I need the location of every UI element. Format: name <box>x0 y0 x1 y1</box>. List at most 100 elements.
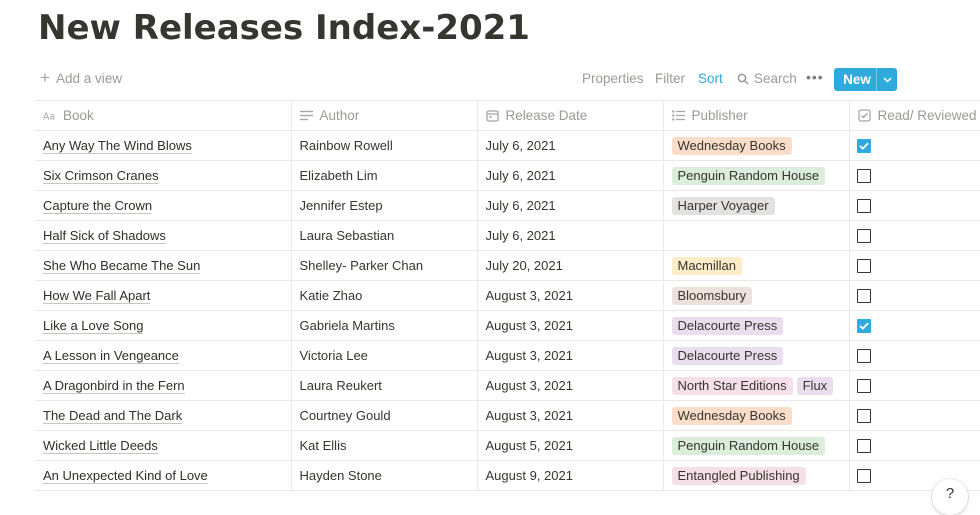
release-date-cell[interactable]: July 20, 2021 <box>477 250 664 281</box>
release-date-cell[interactable]: July 6, 2021 <box>477 190 664 221</box>
book-cell[interactable]: She Who Became The Sun <box>35 250 292 281</box>
release-date-cell[interactable]: August 9, 2021 <box>477 460 664 491</box>
read-checkbox[interactable] <box>856 349 871 364</box>
publisher-tag[interactable]: Entangled Publishing <box>671 466 806 485</box>
publisher-tag[interactable]: Delacourte Press <box>671 346 784 365</box>
book-cell[interactable]: Capture the Crown <box>35 190 292 221</box>
publisher-cell[interactable]: Penguin Random House <box>663 160 850 191</box>
publisher-cell[interactable]: Wednesday Books <box>663 130 850 161</box>
author-cell[interactable]: Laura Reukert <box>291 370 478 401</box>
more-options-button[interactable]: ••• <box>806 69 824 85</box>
book-cell[interactable]: Wicked Little Deeds <box>35 430 292 461</box>
author-cell[interactable]: Laura Sebastian <box>291 220 478 251</box>
publisher-cell[interactable]: North Star Editions Flux <box>663 370 850 401</box>
column-header-release-date[interactable]: Release Date <box>477 100 664 131</box>
add-view-button[interactable]: + Add a view <box>40 69 122 86</box>
publisher-cell[interactable]: Wednesday Books <box>663 400 850 431</box>
publisher-cell[interactable] <box>663 220 850 251</box>
publisher-tag[interactable]: Macmillan <box>671 256 743 275</box>
column-header-label: Book <box>63 108 94 123</box>
release-date-cell[interactable]: July 6, 2021 <box>477 130 664 161</box>
book-cell[interactable]: How We Fall Apart <box>35 280 292 311</box>
author-cell[interactable]: Victoria Lee <box>291 340 478 371</box>
table-row[interactable]: Half Sick of Shadows Laura Sebastian July … <box>35 220 980 251</box>
release-date-cell[interactable]: August 3, 2021 <box>477 310 664 341</box>
column-header-publisher[interactable]: Publisher <box>663 100 850 131</box>
book-cell[interactable]: The Dead and The Dark <box>35 400 292 431</box>
read-checkbox[interactable] <box>856 289 871 304</box>
column-header-book[interactable]: Aa Book <box>35 100 292 131</box>
publisher-tag[interactable]: Bloomsbury <box>671 286 753 305</box>
book-cell[interactable]: A Dragonbird in the Fern <box>35 370 292 401</box>
author-cell[interactable]: Katie Zhao <box>291 280 478 311</box>
author-cell[interactable]: Kat Ellis <box>291 430 478 461</box>
publisher-tag[interactable]: Penguin Random House <box>671 436 826 455</box>
column-header-author[interactable]: Author <box>291 100 478 131</box>
table-row[interactable]: Wicked Little Deeds Kat Ellis August 5, 20… <box>35 430 980 461</box>
author-cell[interactable]: Jennifer Estep <box>291 190 478 221</box>
publisher-cell[interactable]: Bloomsbury <box>663 280 850 311</box>
new-dropdown-toggle[interactable] <box>876 68 897 91</box>
author-cell[interactable]: Rainbow Rowell <box>291 130 478 161</box>
author-cell[interactable]: Elizabeth Lim <box>291 160 478 191</box>
publisher-cell[interactable]: Macmillan <box>663 250 850 281</box>
book-cell[interactable]: Like a Love Song <box>35 310 292 341</box>
release-date-cell[interactable]: July 6, 2021 <box>477 220 664 251</box>
publisher-cell[interactable]: Delacourte Press <box>663 340 850 371</box>
properties-button[interactable]: Properties <box>582 71 644 86</box>
author-cell[interactable]: Hayden Stone <box>291 460 478 491</box>
publisher-cell[interactable]: Delacourte Press <box>663 310 850 341</box>
publisher-tag[interactable]: Harper Voyager <box>671 196 775 215</box>
book-cell[interactable]: An Unexpected Kind of Love <box>35 460 292 491</box>
book-cell[interactable]: Any Way The Wind Blows <box>35 130 292 161</box>
search-button[interactable]: Search <box>737 71 797 86</box>
table-row[interactable]: The Dead and The Dark Courtney Gould Augus… <box>35 400 980 431</box>
help-button[interactable]: ? <box>932 479 968 515</box>
publisher-tag[interactable]: Penguin Random House <box>671 166 826 185</box>
table-row[interactable]: Like a Love Song Gabriela Martins August 3… <box>35 310 980 341</box>
publisher-tag[interactable]: Wednesday Books <box>671 136 792 155</box>
book-title: A Lesson in Vengeance <box>43 348 179 364</box>
new-button[interactable]: New <box>834 68 897 91</box>
read-checkbox[interactable] <box>856 439 871 454</box>
publisher-cell[interactable]: Entangled Publishing <box>663 460 850 491</box>
sort-button[interactable]: Sort <box>698 71 723 86</box>
release-date-cell[interactable]: July 6, 2021 <box>477 160 664 191</box>
release-date-cell[interactable]: August 5, 2021 <box>477 430 664 461</box>
publisher-tag[interactable]: Flux <box>796 376 834 395</box>
author-cell[interactable]: Shelley- Parker Chan <box>291 250 478 281</box>
release-date-cell[interactable]: August 3, 2021 <box>477 400 664 431</box>
table-row[interactable]: Capture the Crown Jennifer Estep July 6, 2… <box>35 190 980 221</box>
release-date-cell[interactable]: August 3, 2021 <box>477 280 664 311</box>
publisher-tag[interactable]: Wednesday Books <box>671 406 792 425</box>
table-row[interactable]: A Lesson in Vengeance Victoria Lee August … <box>35 340 980 371</box>
book-cell[interactable]: Half Sick of Shadows <box>35 220 292 251</box>
read-checkbox[interactable] <box>856 409 871 424</box>
read-checkbox[interactable] <box>856 469 871 484</box>
table-row[interactable]: She Who Became The Sun Shelley- Parker Ch… <box>35 250 980 281</box>
table-row[interactable]: An Unexpected Kind of Love Hayden Stone Au… <box>35 460 980 491</box>
author-cell[interactable]: Gabriela Martins <box>291 310 478 341</box>
read-checkbox[interactable] <box>856 169 871 184</box>
release-date-cell[interactable]: August 3, 2021 <box>477 340 664 371</box>
author-cell[interactable]: Courtney Gould <box>291 400 478 431</box>
read-checkbox[interactable] <box>856 229 871 244</box>
table-row[interactable]: A Dragonbird in the Fern Laura Reukert Aug… <box>35 370 980 401</box>
publisher-cell[interactable]: Harper Voyager <box>663 190 850 221</box>
book-cell[interactable]: Six Crimson Cranes <box>35 160 292 191</box>
table-row[interactable]: How We Fall Apart Katie Zhao August 3, 202… <box>35 280 980 311</box>
book-cell[interactable]: A Lesson in Vengeance <box>35 340 292 371</box>
publisher-tag[interactable]: Delacourte Press <box>671 316 784 335</box>
release-date-cell[interactable]: August 3, 2021 <box>477 370 664 401</box>
table-row[interactable]: Any Way The Wind Blows Rainbow Rowell July… <box>35 130 980 161</box>
column-header-read[interactable]: Read/ Reviewed <box>849 100 980 131</box>
read-checkbox[interactable] <box>856 319 871 334</box>
read-checkbox[interactable] <box>856 199 871 214</box>
publisher-tag[interactable]: North Star Editions <box>671 376 793 395</box>
publisher-cell[interactable]: Penguin Random House <box>663 430 850 461</box>
filter-button[interactable]: Filter <box>655 71 685 86</box>
read-checkbox[interactable] <box>856 379 871 394</box>
read-checkbox[interactable] <box>856 139 871 154</box>
read-checkbox[interactable] <box>856 259 871 274</box>
table-row[interactable]: Six Crimson Cranes Elizabeth Lim July 6, 2… <box>35 160 980 191</box>
